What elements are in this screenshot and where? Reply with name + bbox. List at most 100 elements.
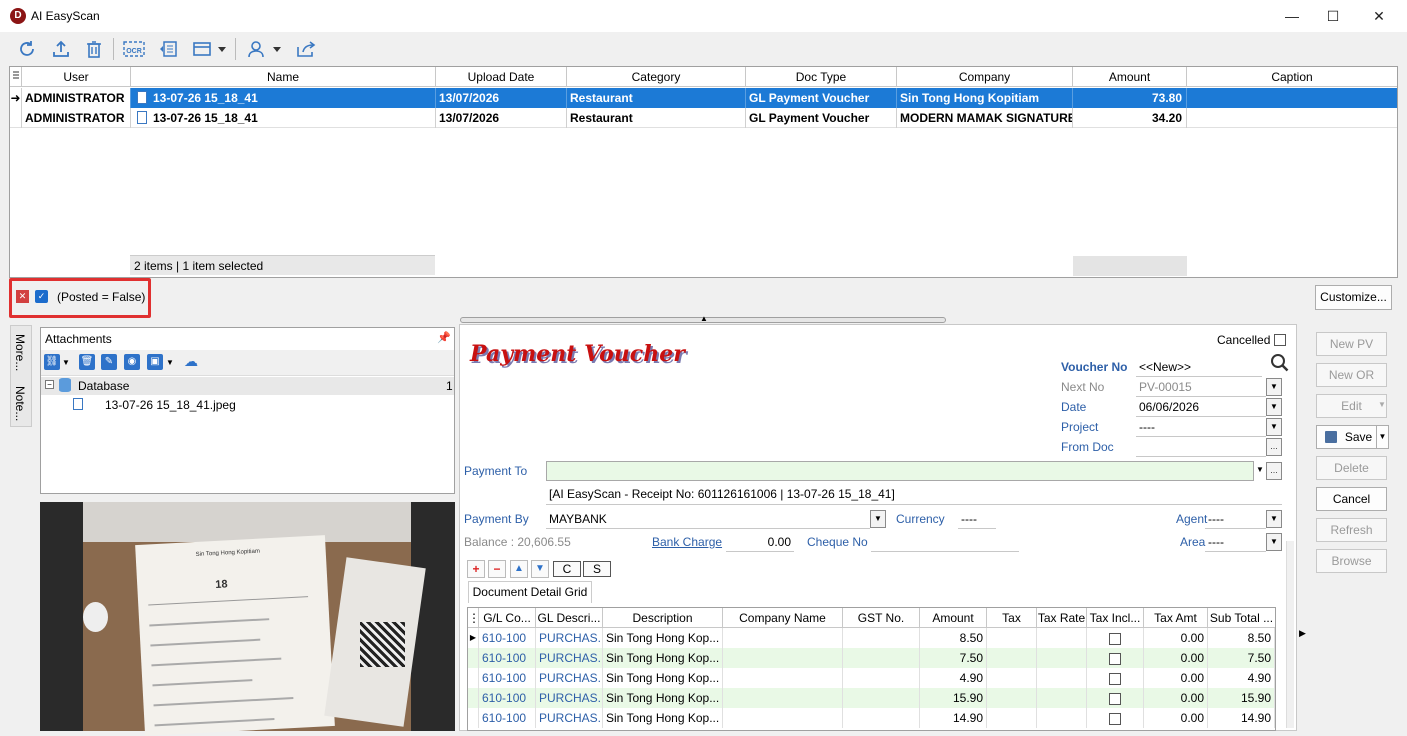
refresh-button[interactable]: Refresh — [1316, 518, 1387, 542]
cell-sub-total[interactable]: 15.90 — [1208, 688, 1275, 708]
add-row-icon[interactable]: + — [467, 560, 485, 578]
edit-button[interactable]: Edit — [1316, 394, 1387, 418]
col-header-user[interactable]: User — [22, 67, 131, 87]
table-row[interactable]: ▶ 610-100 PURCHAS... Sin Tong Hong Kop... 8.… — [468, 628, 1275, 648]
cell-tax[interactable] — [987, 648, 1037, 668]
col-tax[interactable]: Tax — [987, 608, 1037, 628]
indent-icon[interactable] — [157, 38, 179, 60]
currency-field[interactable]: ---- — [958, 509, 996, 529]
cell-description[interactable]: Sin Tong Hong Kop... — [603, 628, 723, 648]
form-scrollbar[interactable] — [1286, 541, 1294, 728]
cell-tax-amt[interactable]: 0.00 — [1144, 708, 1208, 728]
cell-tax-inclusive[interactable] — [1087, 648, 1144, 668]
search-icon[interactable] — [1270, 353, 1290, 378]
cell-gl-description[interactable]: PURCHAS... — [536, 688, 603, 708]
date-dropdown-icon[interactable]: ▼ — [1266, 398, 1282, 416]
cheque-no-field[interactable] — [871, 532, 1019, 552]
next-no-field[interactable]: PV-00015 — [1136, 377, 1266, 397]
tax-inclusive-checkbox[interactable] — [1109, 672, 1121, 685]
agent-field[interactable]: ---- — [1205, 509, 1266, 529]
move-down-icon[interactable]: ▼ — [531, 560, 549, 578]
detail-grid-menu-icon[interactable]: ⋮ — [468, 608, 479, 628]
remove-row-icon[interactable]: − — [488, 560, 506, 578]
expand-right-icon[interactable]: ▶ — [1299, 628, 1306, 639]
cell-tax-inclusive[interactable] — [1087, 628, 1144, 648]
bank-charge-link[interactable]: Bank Charge — [652, 535, 722, 549]
minimize-button[interactable]: — — [1269, 0, 1315, 32]
table-row[interactable]: 610-100 PURCHAS... Sin Tong Hong Kop... 4.9… — [468, 668, 1275, 688]
payment-by-field[interactable]: MAYBANK — [546, 509, 870, 529]
area-field[interactable]: ---- — [1205, 532, 1266, 552]
cell-company-name[interactable] — [723, 688, 843, 708]
cell-gst-no[interactable] — [843, 668, 920, 688]
cell-gst-no[interactable] — [843, 688, 920, 708]
user-dropdown-icon[interactable] — [271, 38, 283, 60]
tree-root[interactable]: − Database 1 — [41, 377, 454, 395]
from-doc-ellipsis-button[interactable]: … — [1266, 438, 1282, 456]
delete-button[interactable]: Delete — [1316, 456, 1387, 480]
cell-company-name[interactable] — [723, 648, 843, 668]
col-header-name[interactable]: Name — [131, 67, 436, 87]
cell-company-name[interactable] — [723, 668, 843, 688]
cell-description[interactable]: Sin Tong Hong Kop... — [603, 708, 723, 728]
cell-tax-rate[interactable] — [1037, 648, 1087, 668]
close-button[interactable]: ✕ — [1356, 0, 1402, 32]
cell-description[interactable]: Sin Tong Hong Kop... — [603, 648, 723, 668]
cell-gl-description[interactable]: PURCHAS... — [536, 648, 603, 668]
cell-tax-rate[interactable] — [1037, 688, 1087, 708]
col-header-doc-type[interactable]: Doc Type — [746, 67, 897, 87]
cell-company-name[interactable] — [723, 708, 843, 728]
table-row[interactable]: 610-100 PURCHAS... Sin Tong Hong Kop... 7.5… — [468, 648, 1275, 668]
grid-menu-icon[interactable] — [10, 67, 22, 87]
col-tax-inclusive[interactable]: Tax Incl... — [1087, 608, 1144, 628]
collapse-icon[interactable]: − — [45, 380, 54, 389]
cell-tax-amt[interactable]: 0.00 — [1144, 628, 1208, 648]
payment-by-dropdown-icon[interactable]: ▼ — [870, 510, 886, 528]
ocr-icon[interactable]: OCR — [121, 38, 147, 60]
payment-to-field[interactable] — [546, 461, 1254, 481]
view-icon[interactable]: ◉ — [124, 354, 140, 370]
user-icon[interactable] — [245, 38, 267, 60]
cell-gl-code[interactable]: 610-100 — [479, 708, 536, 728]
tab-document-detail-grid[interactable]: Document Detail Grid — [468, 581, 592, 603]
next-no-dropdown-icon[interactable]: ▼ — [1266, 378, 1282, 396]
col-tax-rate[interactable]: Tax Rate — [1037, 608, 1087, 628]
cell-gst-no[interactable] — [843, 648, 920, 668]
col-header-company[interactable]: Company — [897, 67, 1073, 87]
col-gl-description[interactable]: GL Descri... — [536, 608, 603, 628]
col-header-caption[interactable]: Caption — [1187, 67, 1397, 87]
cell-tax[interactable] — [987, 628, 1037, 648]
col-gl-code[interactable]: G/L Co... — [479, 608, 536, 628]
cell-tax-amt[interactable]: 0.00 — [1144, 668, 1208, 688]
col-amount[interactable]: Amount — [920, 608, 987, 628]
cell-description[interactable]: Sin Tong Hong Kop... — [603, 668, 723, 688]
cell-amount[interactable]: 15.90 — [920, 688, 987, 708]
column-s-button[interactable]: S — [583, 561, 611, 577]
table-row[interactable]: 610-100 PURCHAS... Sin Tong Hong Kop... 15.… — [468, 688, 1275, 708]
col-header-category[interactable]: Category — [567, 67, 746, 87]
pin-icon[interactable]: 📌 — [437, 331, 451, 344]
bank-charge-field[interactable]: 0.00 — [726, 532, 794, 552]
tax-inclusive-checkbox[interactable] — [1109, 632, 1121, 645]
cell-tax-inclusive[interactable] — [1087, 688, 1144, 708]
cancel-button[interactable]: Cancel — [1316, 487, 1387, 511]
cell-tax-inclusive[interactable] — [1087, 668, 1144, 688]
tab-note[interactable]: Note... — [13, 386, 27, 421]
cell-tax-rate[interactable] — [1037, 668, 1087, 688]
tax-inclusive-checkbox[interactable] — [1109, 652, 1121, 665]
cell-company-name[interactable] — [723, 628, 843, 648]
col-header-upload-date[interactable]: Upload Date — [436, 67, 567, 87]
cancelled-checkbox[interactable] — [1274, 334, 1286, 346]
col-description[interactable]: Description — [603, 608, 723, 628]
cell-gl-description[interactable]: PURCHAS... — [536, 708, 603, 728]
cell-tax[interactable] — [987, 688, 1037, 708]
move-up-icon[interactable]: ▲ — [510, 560, 528, 578]
table-row[interactable]: ADMINISTRATOR 13-07-26 15_18_41 13/07/20… — [10, 108, 1397, 128]
save-dropdown-icon[interactable]: ▼ — [166, 358, 174, 367]
cell-tax[interactable] — [987, 668, 1037, 688]
save-icon[interactable]: ▣ — [147, 354, 163, 370]
cell-tax-amt[interactable]: 0.00 — [1144, 688, 1208, 708]
layout-dropdown-icon[interactable] — [216, 38, 228, 60]
receipt-preview-image[interactable]: Sin Tong Hong Kopitiam 18 — [40, 502, 455, 736]
date-field[interactable]: 06/06/2026 — [1136, 397, 1266, 417]
